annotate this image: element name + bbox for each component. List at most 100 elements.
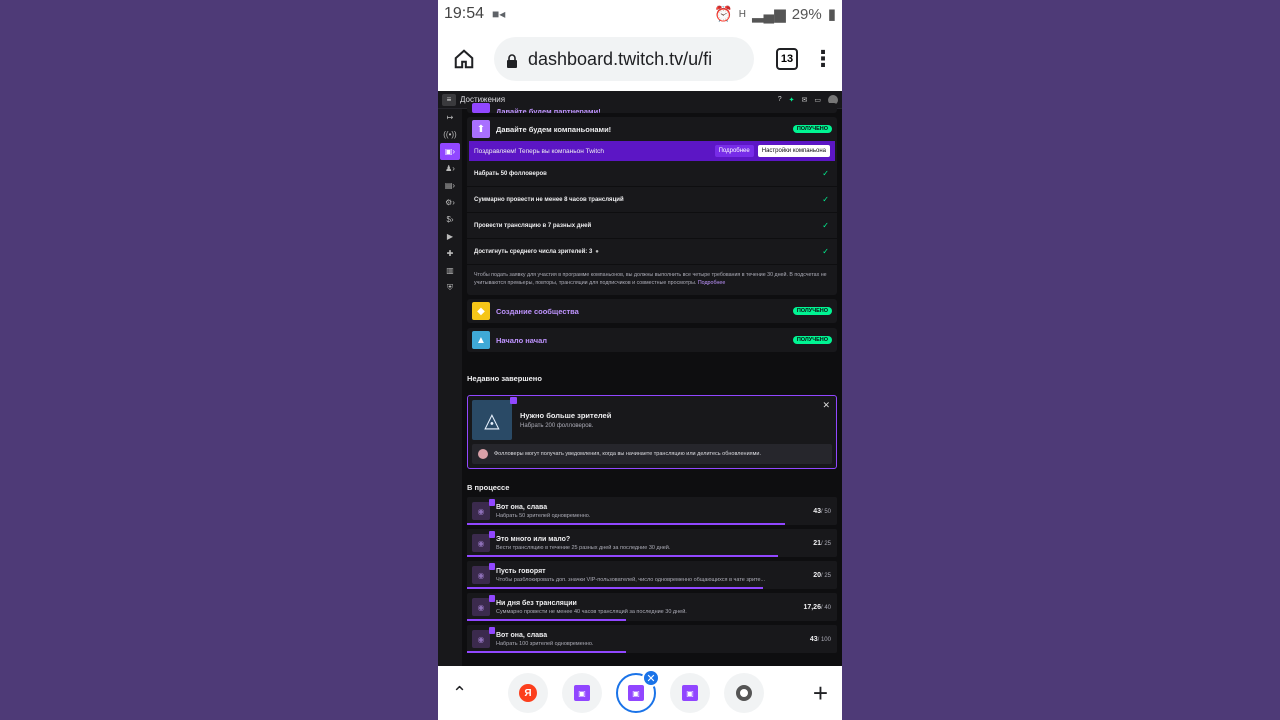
start-header: ▲ Начало начал ПОЛУЧЕНО — [467, 328, 837, 352]
recent-title: Нужно больше зрителей — [520, 411, 612, 420]
close-tab-icon[interactable]: ✕ — [642, 669, 660, 687]
signal-icon: ▂▄▆ — [752, 6, 786, 23]
status-badge: ПОЛУЧЕНО — [792, 125, 832, 133]
more-menu-icon[interactable]: ⋮ — [812, 46, 834, 72]
requirements-note: Чтобы подать заявку для участия в програ… — [467, 265, 837, 293]
status-time: 19:54 — [444, 5, 485, 22]
new-tab-icon[interactable]: + — [813, 678, 828, 709]
stream-icon[interactable]: ((•)) — [438, 126, 462, 143]
start-card[interactable]: ▲ Начало начал ПОЛУЧЕНО — [467, 328, 837, 352]
browser-toolbar: dashboard.twitch.tv/u/fi 13 ⋮ — [438, 28, 842, 90]
status-icons: ⏰ H ▂▄▆ 29% ▮ — [714, 5, 836, 24]
achievements-content: Давайте будем партнерами! ⬆ Давайте буде… — [464, 103, 840, 666]
hamburger-icon[interactable]: ≡ — [442, 93, 456, 106]
community-header: ◆ Создание сообщества ПОЛУЧЕНО — [467, 299, 837, 323]
twitch-mini-icon — [489, 563, 495, 570]
twitch-icon: ▣ — [574, 685, 590, 701]
collapse-icon[interactable]: ↦ — [438, 109, 462, 126]
note-text: Чтобы подать заявку для участия в програ… — [474, 272, 827, 286]
twitch-icon: ▣ — [682, 685, 698, 701]
companion-title: Давайте будем компаньонами! — [496, 124, 612, 134]
community-card[interactable]: ◆ Создание сообщества ПОЛУЧЕНО — [467, 299, 837, 323]
partner-card[interactable]: Давайте будем партнерами! — [467, 103, 837, 113]
progress-current: 20 — [813, 571, 821, 579]
tab-chrome[interactable] — [724, 673, 764, 713]
settings-icon[interactable]: ⚙› — [438, 194, 462, 211]
community-icon[interactable]: ♟› — [438, 160, 462, 177]
tab-twitch-active[interactable]: ▣ ✕ — [616, 669, 660, 713]
twitch-icon: ▣ — [628, 685, 644, 701]
progress-count: 43/ 100 — [810, 636, 831, 643]
money-icon[interactable]: $› — [438, 211, 462, 228]
progress-total: / 25 — [820, 540, 831, 547]
url-bar[interactable]: dashboard.twitch.tv/u/fi — [494, 37, 754, 81]
progress-row[interactable]: ◉ Ни дня без трансляции Суммарно провести … — [467, 593, 837, 621]
twitch-mini-icon — [510, 397, 517, 404]
partner-title: Давайте будем партнерами! — [496, 108, 601, 113]
progress-row[interactable]: ◉ Вот она, слава Набрать 50 зрителей однов… — [467, 497, 837, 525]
tab-yandex[interactable]: Я — [508, 673, 548, 713]
requirement-label: Провести трансляцию в 7 разных дней — [474, 222, 592, 229]
congrats-banner: Поздравляем! Теперь вы компаньон Twitch … — [469, 141, 835, 161]
background-right — [842, 0, 1280, 720]
note-link[interactable]: Подробнее — [698, 280, 725, 286]
progress-total: / 25 — [820, 572, 831, 579]
info-icon[interactable]: ● — [595, 249, 599, 255]
progress-desc: Вести трансляцию в течение 25 разных дне… — [496, 544, 671, 551]
progress-title: Ни дня без трансляции — [496, 599, 577, 607]
achievement-icon: ◉ — [472, 563, 495, 584]
progress-bar — [467, 587, 763, 589]
camera-icon[interactable]: ▶ — [438, 228, 462, 245]
companion-header[interactable]: ⬆ Давайте будем компаньонами! ПОЛУЧЕНО — [467, 117, 837, 141]
side-nav: ↦ ((•)) ▣› ♟› ▤› ⚙› $› ▶ ✚ ▥ ⛨ — [438, 109, 462, 666]
help-icon[interactable]: ? — [778, 96, 782, 103]
puzzle-icon[interactable]: ✚ — [438, 245, 462, 262]
progress-total: / 40 — [820, 604, 831, 611]
status-bar: 19:54 ■◂ ⏰ H ▂▄▆ 29% ▮ — [438, 0, 842, 28]
diamond-icon: ◆ — [472, 302, 490, 320]
video-camera-icon: ■◂ — [492, 7, 506, 21]
recent-achievement-card: ✕ ◬ Нужно больше зрителей Набрать 200 фо… — [467, 395, 837, 469]
progress-desc: Набрать 50 зрителей одновременно. — [496, 512, 591, 519]
tab-group: Я ▣ ▣ ✕ ▣ — [508, 669, 764, 713]
recent-info: Фолловеры могут получать уведомления, ко… — [472, 444, 832, 464]
progress-row[interactable]: ◉ Это много или мало? Вести трансляцию в т… — [467, 529, 837, 557]
community-title: Создание сообщества — [496, 306, 579, 316]
progress-section-title: В процессе — [467, 483, 510, 492]
tab-twitch[interactable]: ▣ — [670, 673, 710, 713]
shield-icon[interactable]: ⛨ — [438, 279, 462, 296]
home-icon[interactable] — [448, 43, 480, 75]
content-icon[interactable]: ▤› — [438, 177, 462, 194]
companion-settings-button[interactable]: Настройки компаньона — [757, 145, 830, 157]
progress-row[interactable]: ◉ Пусть говорят Чтобы разблокировать доп. … — [467, 561, 837, 589]
eye-pyramid-icon: ◬ — [472, 397, 517, 440]
tab-strip: ⌃ Я ▣ ▣ ✕ ▣ + — [438, 666, 842, 720]
partner-icon — [472, 103, 490, 113]
tab-twitch[interactable]: ▣ — [562, 673, 602, 713]
twitch-mini-icon — [489, 595, 495, 602]
alarm-icon: ⏰ — [714, 6, 733, 23]
progress-title: Вот она, слава — [496, 503, 548, 511]
progress-row[interactable]: ◉ Вот она, слава Набрать 100 зрителей одно… — [467, 625, 837, 653]
chevron-up-icon[interactable]: ⌃ — [452, 683, 478, 704]
progress-title: Пусть говорят — [496, 567, 546, 575]
twitch-mini-icon — [489, 499, 495, 506]
progress-count: 43/ 50 — [813, 508, 831, 515]
achievement-icon: ◉ — [472, 595, 495, 616]
progress-count: 17,26/ 40 — [803, 604, 831, 611]
progress-count: 21/ 25 — [813, 540, 831, 547]
progress-total: / 100 — [817, 636, 831, 643]
progress-desc: Набрать 100 зрителей одновременно. — [496, 640, 594, 647]
status-badge: ПОЛУЧЕНО — [792, 307, 832, 315]
background-left — [0, 0, 438, 720]
requirement-row: Достигнуть среднего числа зрителей: 3 ● … — [467, 239, 837, 265]
progress-list: ◉ Вот она, слава Набрать 50 зрителей однов… — [464, 497, 840, 653]
progress-desc: Чтобы разблокировать доп. значки VIP-пол… — [496, 576, 766, 583]
battery-percent: 29% — [791, 5, 822, 23]
insights-icon[interactable]: ▣› — [440, 143, 460, 160]
close-icon[interactable]: ✕ — [822, 400, 830, 411]
tab-switcher-button[interactable]: 13 — [776, 48, 798, 70]
recent-row: ◬ Нужно больше зрителей Набрать 200 фолл… — [472, 397, 832, 440]
book-icon[interactable]: ▥ — [438, 262, 462, 279]
more-button[interactable]: Подробнее — [714, 145, 754, 157]
